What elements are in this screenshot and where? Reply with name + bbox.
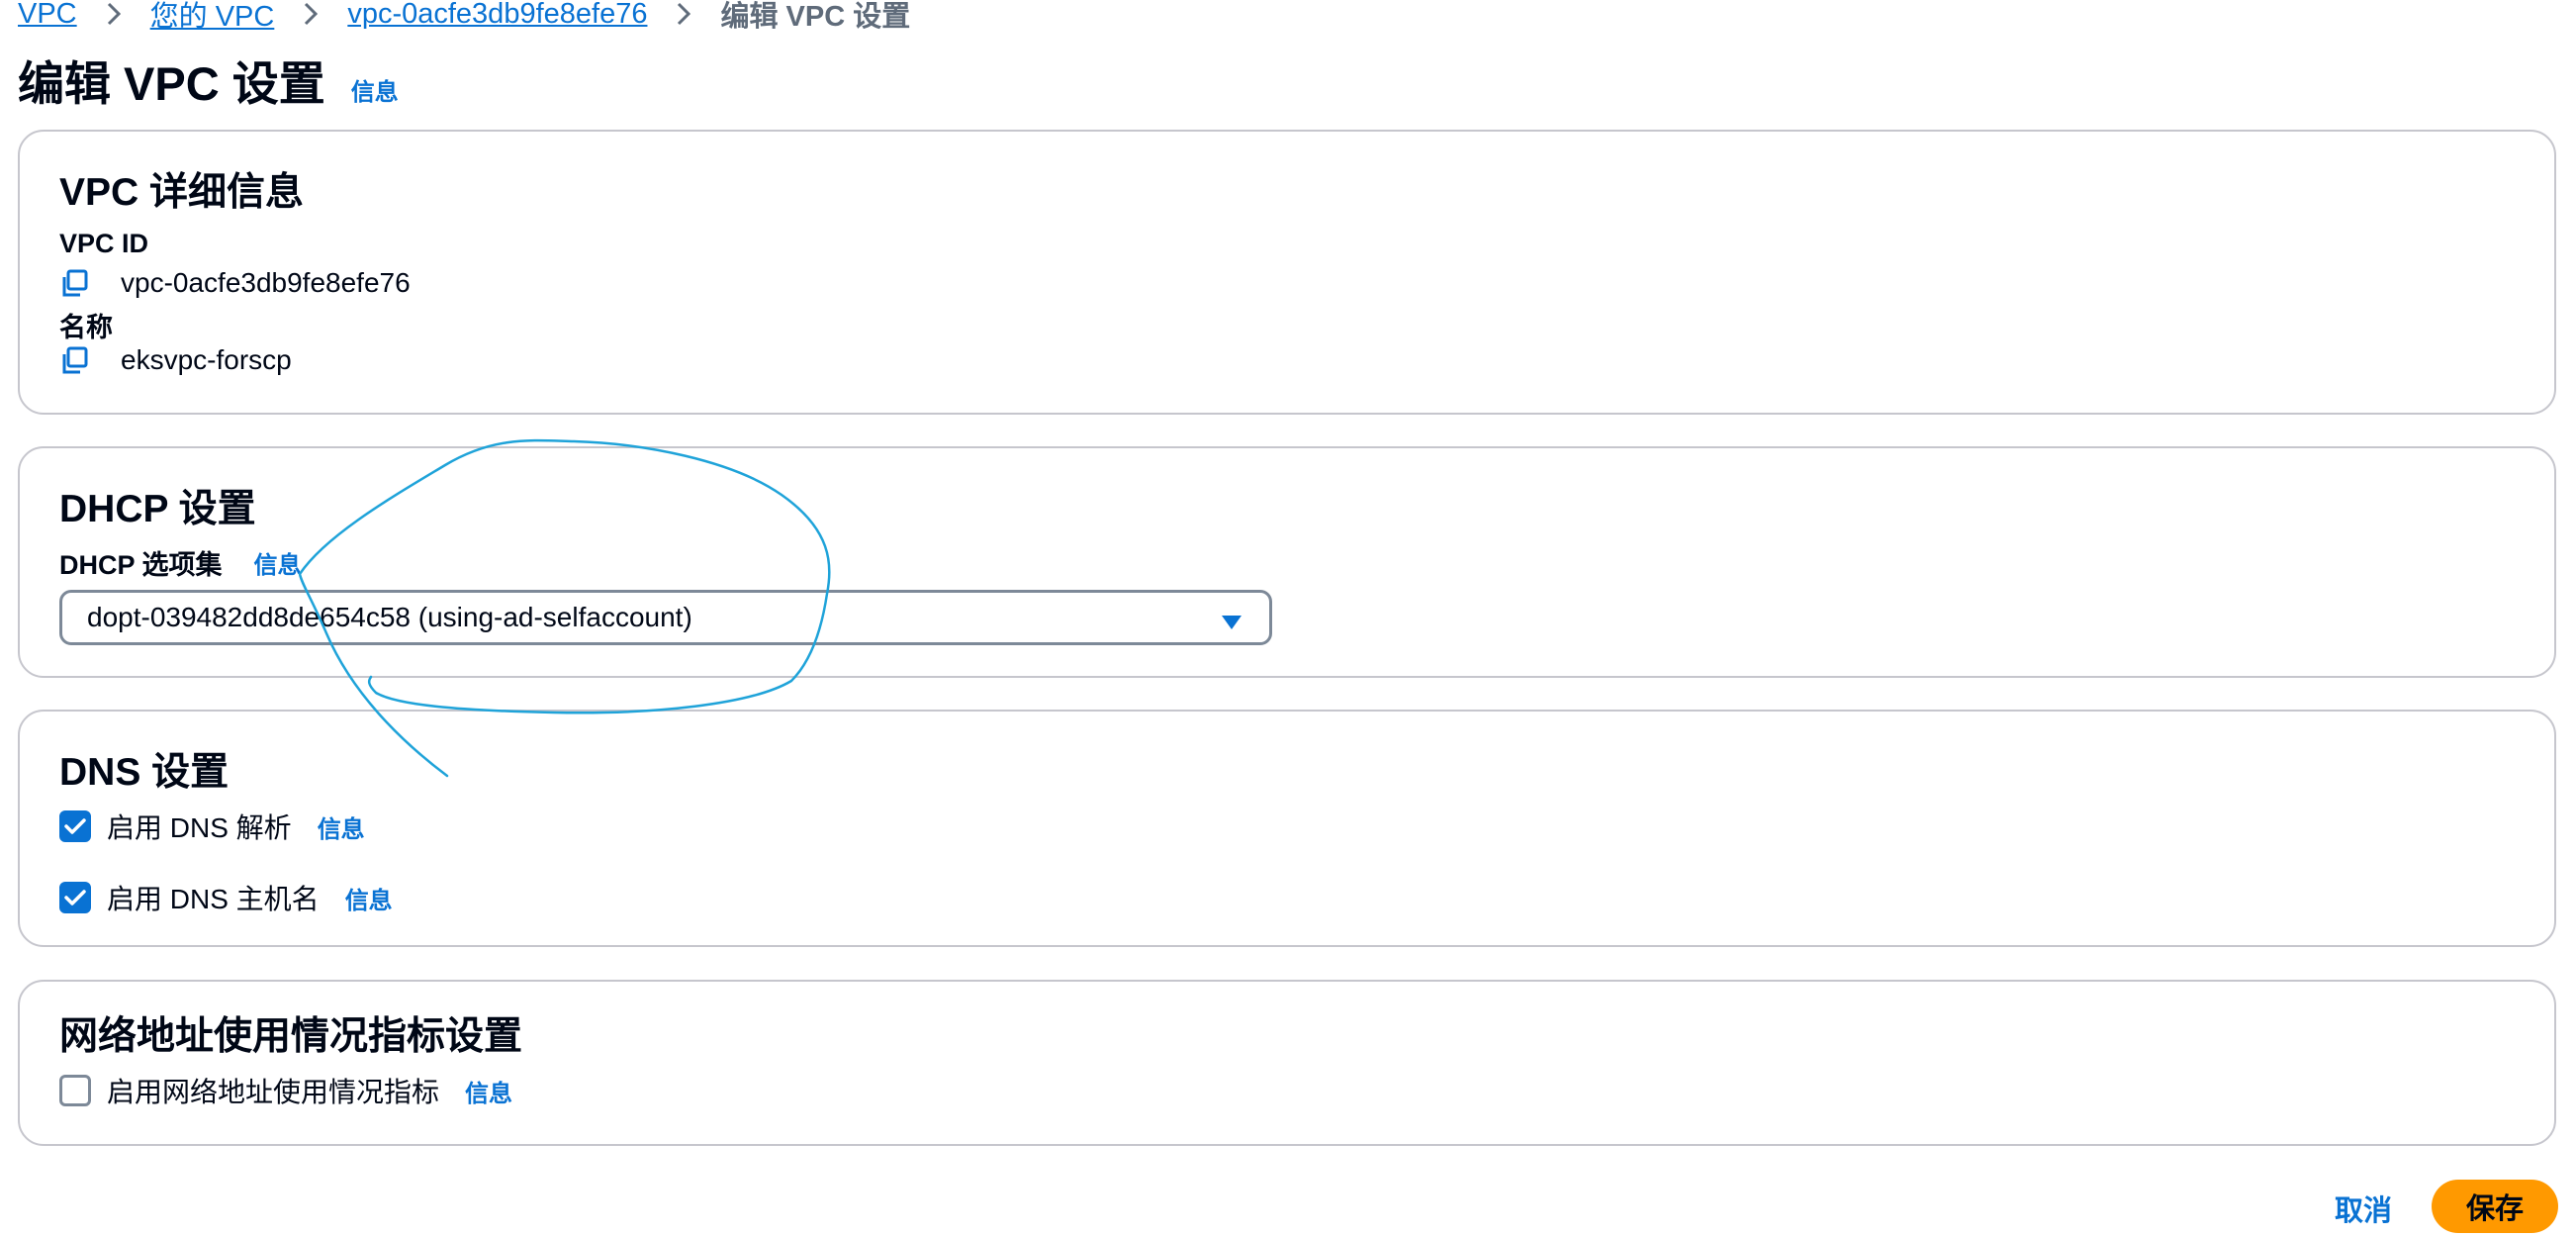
dhcp-option-set-select[interactable]: dopt-039482dd8de654c58 (using-ad-selfacc… bbox=[59, 590, 1272, 645]
chevron-right-icon bbox=[298, 0, 323, 34]
page-info-link[interactable]: 信息 bbox=[351, 72, 399, 107]
dns-hostnames-checkbox[interactable] bbox=[59, 882, 91, 913]
dns-hostnames-label: 启用 DNS 主机名 bbox=[107, 884, 320, 914]
check-icon bbox=[64, 890, 86, 905]
vpc-details-title: VPC 详细信息 bbox=[59, 171, 305, 214]
vpc-id-value: vpc-0acfe3db9fe8efe76 bbox=[121, 267, 411, 298]
page-header: 编辑 VPC 设置 信息 bbox=[18, 46, 399, 114]
check-icon bbox=[64, 818, 86, 834]
save-button[interactable]: 保存 bbox=[2432, 1180, 2558, 1233]
breadcrumb-current: 编辑 VPC 设置 bbox=[720, 1, 911, 33]
copy-icon[interactable] bbox=[59, 340, 99, 380]
dns-resolution-checkbox[interactable] bbox=[59, 810, 91, 842]
dhcp-option-set-value: dopt-039482dd8de654c58 (using-ad-selfacc… bbox=[87, 602, 692, 632]
vpc-name-value: eksvpc-forscp bbox=[121, 344, 292, 375]
cancel-button[interactable]: 取消 bbox=[2335, 1184, 2392, 1233]
vpc-id-label: VPC ID bbox=[59, 229, 149, 258]
breadcrumb-link-your-vpcs[interactable]: 您的 VPC bbox=[150, 0, 275, 35]
network-usage-metrics-title: 网络地址使用情况指标设置 bbox=[59, 1015, 523, 1058]
network-usage-metrics-checkbox[interactable] bbox=[59, 1075, 91, 1106]
breadcrumb-link-vpc[interactable]: VPC bbox=[18, 0, 77, 31]
network-usage-metrics-info-link[interactable]: 信息 bbox=[465, 1074, 512, 1108]
vpc-id-value-row: vpc-0acfe3db9fe8efe76 bbox=[59, 263, 411, 303]
chevron-right-icon bbox=[671, 0, 696, 34]
edit-vpc-settings-page: VPC 您的 VPC vpc-0acfe3db9fe8efe76 编辑 VPC … bbox=[0, 0, 2576, 1237]
dns-hostnames-row: 启用 DNS 主机名 信息 bbox=[59, 878, 393, 917]
network-usage-metrics-label: 启用网络地址使用情况指标 bbox=[107, 1077, 440, 1107]
page-title: 编辑 VPC 设置 bbox=[18, 57, 325, 110]
network-usage-metrics-panel: 网络地址使用情况指标设置 启用网络地址使用情况指标 信息 bbox=[18, 980, 2556, 1146]
chevron-right-icon bbox=[101, 0, 127, 34]
dns-hostnames-info-link[interactable]: 信息 bbox=[345, 881, 393, 915]
caret-down-icon bbox=[1220, 608, 1243, 629]
dhcp-settings-panel: DHCP 设置 DHCP 选项集 信息 dopt-039482dd8de654c… bbox=[18, 446, 2556, 678]
vpc-details-panel: VPC 详细信息 VPC ID vpc-0acfe3db9fe8efe76 名称… bbox=[18, 130, 2556, 415]
breadcrumb: VPC 您的 VPC vpc-0acfe3db9fe8efe76 编辑 VPC … bbox=[18, 0, 910, 34]
vpc-name-value-row: eksvpc-forscp bbox=[59, 340, 292, 380]
dhcp-info-link[interactable]: 信息 bbox=[254, 545, 302, 580]
dns-settings-title: DNS 设置 bbox=[59, 751, 230, 794]
dns-resolution-label: 启用 DNS 解析 bbox=[107, 812, 292, 843]
copy-icon[interactable] bbox=[59, 263, 99, 303]
network-usage-metrics-row: 启用网络地址使用情况指标 信息 bbox=[59, 1071, 512, 1110]
dhcp-option-set-label: DHCP 选项集 bbox=[59, 550, 223, 580]
dns-settings-panel: DNS 设置 启用 DNS 解析 信息 启用 DNS 主机名 信息 bbox=[18, 710, 2556, 947]
dhcp-settings-title: DHCP 设置 bbox=[59, 488, 256, 530]
dhcp-option-set-label-row: DHCP 选项集 信息 bbox=[59, 543, 302, 582]
breadcrumb-link-vpc-id[interactable]: vpc-0acfe3db9fe8efe76 bbox=[347, 0, 647, 31]
dns-resolution-info-link[interactable]: 信息 bbox=[318, 809, 365, 844]
dns-resolution-row: 启用 DNS 解析 信息 bbox=[59, 807, 365, 846]
vpc-name-label: 名称 bbox=[59, 313, 113, 342]
